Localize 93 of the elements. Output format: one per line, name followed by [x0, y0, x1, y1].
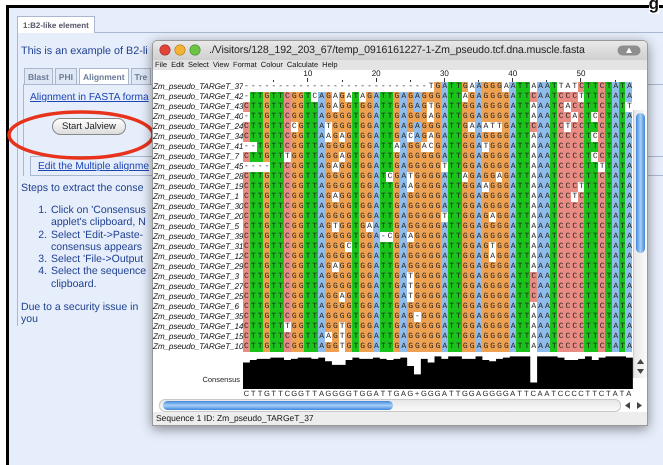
sequence-residues: CTTGTTCGGTTAGGTGTGGATTGAGGGGGATTGGAGGGGATTAAATCCCCTTCTATA	[243, 342, 633, 352]
step-text: Select 'File->Output	[51, 253, 144, 266]
sequence-name[interactable]: Zm_pseudo_TARGeT_28	[153, 172, 243, 182]
sequence-name[interactable]: Zm_pseudo_TARGeT_15	[153, 332, 243, 342]
sequence-residues: CTTGTTCCGTTATGGGTGGATTGAGAGGGATTGAAATTGATTCAATCTCCTTCTATA	[243, 122, 633, 132]
sequence-residues: -TTGTTCGGTTAGGGGTGGATTGAGGGAGATTGGAGGGGATTAAATCCACTCCTATA	[243, 112, 633, 122]
scroll-thumb[interactable]	[163, 400, 393, 410]
sequence-residues: --TGTTCGGTTAGGGGTGGATTAAGGACGATTGGATGGGATTAAATCCCCTTCTATA	[243, 142, 633, 152]
sequence-name[interactable]: Zm_pseudo_TARGeT_37	[153, 82, 243, 92]
vertical-scrollbar[interactable]	[633, 110, 647, 378]
step-text: Select the sequence	[51, 265, 146, 278]
sequence-name[interactable]: Zm_pseudo_TARGeT_43	[153, 102, 243, 112]
ruler-number: 20	[370, 70, 382, 78]
sequence-residues: CTTGTTCGGTTAGGGGTGGATTGAG-GGGATTGGAGGGGATTAAATCCCCTTCTATA	[243, 312, 633, 322]
sequence-residues: CTTGTTCGGTTAGGGGTGGATTGAGGGGGATTGGAGGGGATTAAATCCCCTTCTATA	[243, 302, 633, 312]
sequence-name[interactable]: Zm_pseudo_TARGeT_1	[153, 192, 243, 202]
sequence-name[interactable]: Zm_pseudo_TARGeT_42	[153, 92, 243, 102]
sequence-residues: CTTGTTCGGTTAAGAGTGGATTGACAGAGATTGGAGGGGATTAAATCCCCTCCTATA	[243, 132, 633, 142]
step-number: 1.	[37, 204, 47, 218]
sequence-name[interactable]: Zm_pseudo_TARGeT_7	[153, 152, 243, 162]
step-text: Click on 'Consensus	[51, 204, 146, 216]
sequence-residues: CTTGTTCGGTTAGGGGTGGATTGAGGGGGTTTGGAGAGGATTAAATCCCCTTCTATA	[243, 212, 633, 222]
sequence-name[interactable]: Zm_pseudo_TARGeT_41	[153, 142, 243, 152]
status-text: Sequence 1 ID: Zm_pseudo_TARGeT_37	[153, 412, 647, 425]
step-text: applet's clipboard, N	[51, 216, 146, 229]
sequence-residues: CTTGTTCGGTTAGAGGTGGATTGAGGGGGATTGGAGGGGATTAAATCCCCTTCTATA	[243, 262, 633, 272]
sequence-residues: CTTGTTCGGTTAGGAGTGGATTGATGGGGATTGGAGGGGATTCAATCCCCTTCTATA	[243, 292, 633, 302]
note-text: Due to a security issue in	[21, 301, 138, 314]
sequence-name[interactable]: Zm_pseudo_TARGeT_30	[153, 202, 243, 212]
sequence-residues: CTTGTTCGGTTAAGTGTGGATTGAGGGGGATTGGAGGGGATTAAATCCCCTTCTATA	[243, 332, 633, 342]
page-heading: g	[648, 0, 659, 14]
sequence-name[interactable]: Zm_pseudo_TARGeT_29	[153, 262, 243, 272]
sequence-name[interactable]: Zm_pseudo_TARGeT_6	[153, 302, 243, 312]
step-number: 3.	[37, 253, 47, 266]
sequence-name[interactable]: Zm_pseudo_TARGeT_5	[153, 222, 243, 232]
sequence-name[interactable]: Zm_pseudo_TARGeT_10	[153, 342, 243, 352]
horizontal-scrollbar[interactable]	[159, 398, 621, 412]
sequence-name[interactable]: Zm_pseudo_TARGeT_39	[153, 232, 243, 242]
step-text: Select 'Edit->Paste-	[51, 228, 144, 241]
sequence-residues: CTTGTTCGGTTAGGGGTGGATTGAGGGGGATTGGAGAGGATTAAATCCCCTTCTATA	[243, 252, 633, 262]
sequence-name[interactable]: Zm_pseudo_TARGeT_25	[153, 292, 243, 302]
sequence-residues: CTTGTTCGGTTAGGGGTGGATCGATGGGGATTAGAGGAGATTAAATCCCCTTCTATA	[243, 172, 633, 182]
sequence-residues: CTTGTTCGGTTAGAGGTGGATTGAGAGTGATTGGAGGGGATTAAATCACCTTCTATT	[243, 102, 633, 112]
sequence-residues: CTTGTTCGGTTAGGGGTGGA-CGAAGGGGATTGGAGGGGATTAAATCCCCTTCTATA	[243, 232, 633, 242]
step-text: clipboard.	[51, 278, 97, 290]
ruler-number: 50	[576, 70, 586, 78]
sequence-residues: ----TTCGGTTAGAGGTGGATTGAGGGGGTTTGGAGGGGATTAAATCCCCTTTTATA	[243, 162, 633, 172]
toolbar-toggle-icon[interactable]	[617, 44, 641, 56]
sequence-name[interactable]: Zm_pseudo_TARGeT_20	[153, 212, 243, 222]
tab[interactable]: Alignment	[78, 68, 129, 84]
sequence-name[interactable]: Zm_pseudo_TARGeT_35	[153, 312, 243, 322]
step-number: 4.	[37, 265, 47, 280]
steps-heading: Steps to extract the conse	[21, 182, 144, 194]
scroll-thumb[interactable]	[636, 113, 645, 254]
sequence-name[interactable]: Zm_pseudo_TARGeT_12	[153, 252, 243, 262]
sequence-name[interactable]: Zm_pseudo_TARGeT_19	[153, 182, 243, 192]
fasta-link[interactable]: Alignment in FASTA forma	[30, 92, 149, 103]
step-number: 2.	[37, 228, 47, 243]
sequence-residues: CTTGTTCGGTTAGGGGTGGATTGAAGGGGATTGGAAGGGATTAAATCCCTTTCTATA	[243, 182, 633, 192]
sequence-name[interactable]: Zm_pseudo_TARGeT_27	[153, 282, 243, 292]
sequence-residues: CTTGTTCGGTTAGTGGTGAATTGAGGGGGATTGGAGGGGATTAAATCCCCTTCTATA	[243, 222, 633, 232]
sequence-residues: CTTGTTTGGTTAGGAGTGGATTGAGGGGGATTGGAGGGGATTAAATCCCCTCCTATA	[243, 152, 633, 162]
scroll-up-icon[interactable]	[636, 358, 645, 366]
sequence-name[interactable]: Zm_pseudo_TARGeT_3	[153, 272, 243, 282]
sequence-residues: -TTGTTCGGTCAGAGATAGATTGAGAGGGATTAGAGGGGATTCAATCCCTTTCTATA	[243, 92, 633, 102]
intro-text: This is an example of B2-li	[21, 45, 148, 57]
sequence-residues: CTTGTTCGGTTAGAGGTGGATTGAGGGGGATTGGAGGGGATTAAATCCTCTTCTATA	[243, 192, 633, 202]
edit-alignment-link[interactable]: Edit the Multiple alignme	[38, 161, 149, 172]
scroll-down-icon[interactable]	[636, 368, 645, 376]
window-controls-icon[interactable]	[159, 44, 203, 56]
sequence-residues: CTTGTTCGGTTAGGGGTGGATTGATGGGGATTGGAGGGGATTCAATCCCCTTCTATA	[243, 282, 633, 292]
ruler-number: 10	[302, 70, 314, 78]
ruler-tick	[444, 78, 445, 82]
ruler-number: 40	[507, 70, 518, 78]
sequence-residues: CTTGTTCGGTTAGGGGTGGATTGATGGGGATTGGAGGGGATTCAATCCCCTTCTATA	[243, 272, 633, 282]
start-jalview-button[interactable]: Start Jalview	[52, 118, 126, 135]
window-title: ./Visitors/128_192_203_67/temp_0916161227-1-Zm_pseudo.tcf.dna.muscle.fasta	[209, 44, 586, 56]
sequence-residues: CTTGTTCGGTTAGGGGTGGATTGAGGGGGATTGGAGGGGATTAAATCCCCTTCTATA	[243, 202, 633, 212]
sequence-name[interactable]: Zm_pseudo_TARGeT_14	[153, 322, 243, 332]
page-tab[interactable]: 1:B2-like element	[17, 16, 95, 33]
ruler-tick	[512, 78, 514, 82]
sequence-name[interactable]: Zm_pseudo_TARGeT_31	[153, 242, 243, 252]
step-text: consensus appears	[51, 240, 142, 254]
sequence-name[interactable]: Zm_pseudo_TARGeT_24	[153, 122, 243, 132]
note-text: you	[21, 313, 38, 326]
ruler-number: 30	[438, 70, 450, 78]
scroll-left-icon[interactable]	[624, 400, 632, 410]
scroll-right-icon[interactable]	[635, 400, 643, 410]
sequence-name[interactable]: Zm_pseudo_TARGeT_34	[153, 132, 243, 142]
sequence-name[interactable]: Zm_pseudo_TARGeT_45	[153, 162, 243, 172]
sequence-residues: CTTGTTTGGTTAGGTGTGGATTGAGGGGGATTGGAGGGGATTAAATCCCCTTCTATA	[243, 322, 633, 332]
sequence-residues: CTTGTTCGGTTAGGGCTGGATTGAGGGGGATTGGAGTGGATTAAATCCCCTTCTATA	[243, 242, 633, 252]
sequence-name[interactable]: Zm_pseudo_TARGeT_40	[153, 112, 243, 122]
